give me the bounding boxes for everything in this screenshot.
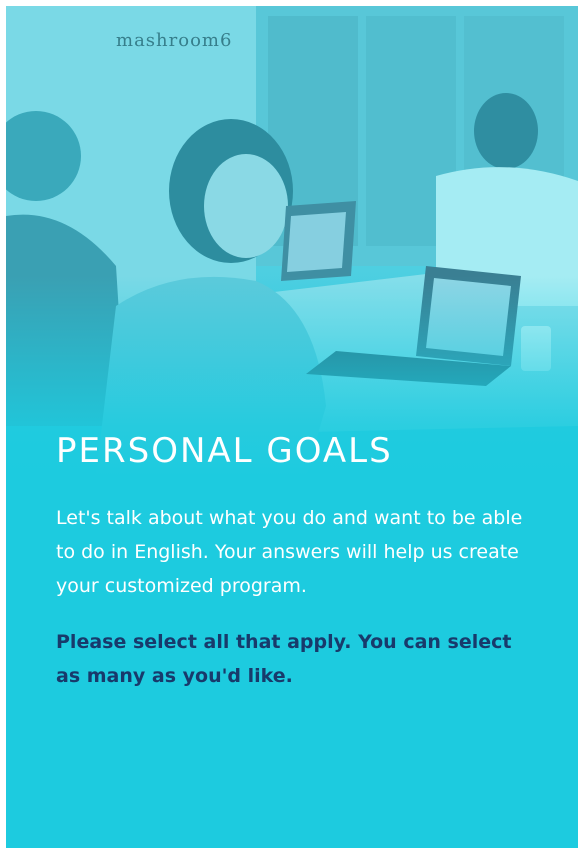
intro-text: Let's talk about what you do and want to…: [56, 507, 523, 597]
instruction-text: Please select all that apply. You can se…: [56, 631, 512, 687]
page-title: PERSONAL GOALS: [56, 431, 393, 471]
goals-card: mashroom6 PERSONAL GOALS Let's talk abou…: [6, 6, 578, 848]
hero-photo: mashroom6: [6, 6, 578, 476]
person-center-face: [204, 154, 288, 258]
person-right-head: [474, 93, 538, 169]
goals-content: PERSONAL GOALS Let's talk about what you…: [56, 431, 536, 693]
wall-logo: mashroom6: [116, 30, 233, 51]
